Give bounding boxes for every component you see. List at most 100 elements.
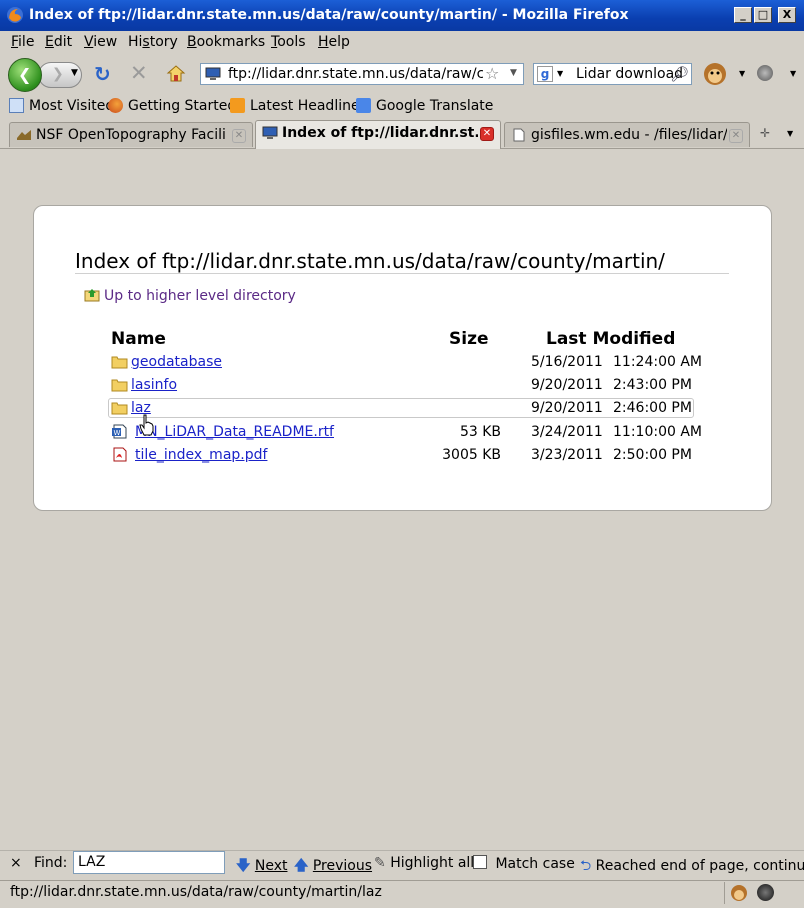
bookmark-star-icon[interactable]: ☆	[485, 64, 499, 83]
bookmark-getting-started[interactable]: Getting Started	[108, 98, 236, 114]
stop-icon[interactable]: ✕	[130, 61, 148, 85]
menu-file[interactable]: File	[11, 34, 34, 50]
search-magnifier-icon[interactable]: 🔎︎	[670, 65, 689, 83]
file-date: 9/20/2011	[531, 377, 603, 393]
address-bar[interactable]: ftp://lidar.dnr.state.mn.us/data/raw/cou…	[200, 63, 524, 85]
file-link[interactable]: MN_LiDAR_Data_README.rtf	[135, 424, 334, 440]
heading-divider	[75, 273, 729, 274]
minimize-button[interactable]: _	[734, 7, 752, 23]
status-circle-icon[interactable]	[757, 884, 774, 901]
new-tab-icon[interactable]: ✛	[760, 126, 770, 140]
opentopography-favicon	[17, 130, 31, 140]
menu-help[interactable]: Help	[318, 34, 350, 50]
google-translate-icon	[356, 98, 371, 113]
find-label: Find:	[34, 855, 68, 871]
table-row-hovered[interactable]: laz 9/20/2011 2:46:00 PM	[108, 398, 694, 418]
most-visited-icon	[9, 98, 24, 113]
find-status-message: ⮌ Reached end of page, continued	[580, 858, 804, 874]
status-text: ftp://lidar.dnr.state.mn.us/data/raw/cou…	[10, 884, 382, 900]
folder-icon	[111, 356, 128, 369]
tab-list-dropdown-icon[interactable]: ▼	[787, 129, 793, 138]
file-time: 11:10:00 AM	[613, 424, 702, 440]
file-time: 2:50:00 PM	[613, 447, 692, 463]
column-header-size[interactable]: Size	[449, 329, 489, 349]
find-previous-button[interactable]: 🡅︎ Previous	[294, 855, 372, 879]
reload-icon[interactable]: ↻	[94, 62, 111, 86]
firefox-icon	[7, 7, 23, 23]
tab-index-ftp[interactable]: Index of ftp://lidar.dnr.st... ✕	[255, 120, 501, 149]
engine-dropdown-icon[interactable]: ▼	[557, 69, 563, 78]
rss-feed-icon	[230, 98, 245, 113]
highlight-all-button[interactable]: ✎ Highlight all	[374, 855, 474, 871]
toolbar-more-dropdown-icon[interactable]: ▼	[790, 69, 796, 78]
table-row[interactable]: geodatabase 5/16/2011 11:24:00 AM	[111, 353, 702, 373]
up-folder-icon	[84, 289, 100, 302]
find-input[interactable]: LAZ	[73, 851, 225, 874]
file-date: 5/16/2011	[531, 354, 603, 370]
tab-close-icon[interactable]: ✕	[232, 129, 246, 143]
google-search-engine-icon[interactable]: g	[537, 66, 553, 82]
file-date: 3/24/2011	[531, 424, 603, 440]
page-title: Index of ftp://lidar.dnr.state.mn.us/dat…	[75, 249, 665, 273]
page-favicon	[513, 128, 525, 142]
tab-close-icon[interactable]: ✕	[480, 127, 494, 141]
home-icon[interactable]	[166, 64, 186, 82]
file-link[interactable]: tile_index_map.pdf	[135, 447, 267, 463]
file-link[interactable]: geodatabase	[131, 354, 222, 370]
file-date: 9/20/2011	[531, 400, 603, 416]
find-close-icon[interactable]: ×	[10, 855, 22, 871]
match-case-checkbox[interactable]: Match case	[473, 855, 575, 872]
hand-cursor-icon	[139, 414, 154, 436]
file-time: 2:43:00 PM	[613, 377, 692, 393]
wrap-around-icon: ⮌	[580, 858, 592, 874]
tab-close-icon[interactable]: ✕	[729, 129, 743, 143]
table-row[interactable]: W MN_LiDAR_Data_README.rtf 53 KB 3/24/20…	[111, 423, 702, 443]
back-button[interactable]: ❮	[8, 58, 42, 92]
table-row[interactable]: tile_index_map.pdf 3005 KB 3/23/2011 2:5…	[111, 446, 694, 466]
status-divider	[724, 882, 725, 904]
menu-edit[interactable]: Edit	[45, 34, 72, 50]
tab-gisfiles[interactable]: gisfiles.wm.edu - /files/lidar/ES... ✕	[504, 122, 750, 147]
highlighter-icon: ✎	[374, 855, 386, 871]
file-size: 53 KB	[459, 424, 501, 440]
close-window-button[interactable]: X	[778, 7, 796, 23]
search-input[interactable]: Lidar download	[576, 66, 683, 82]
firefox-bookmark-icon	[108, 98, 123, 113]
window-title-bar[interactable]: Index of ftp://lidar.dnr.state.mn.us/dat…	[0, 0, 804, 31]
bookmark-google-translate[interactable]: Google Translate	[356, 98, 493, 114]
menu-tools[interactable]: Tools	[271, 34, 306, 50]
up-directory-link[interactable]: Up to higher level directory	[84, 288, 296, 304]
file-time: 11:24:00 AM	[613, 354, 702, 370]
tab-opentopography[interactable]: NSF OpenTopography Facility ✕	[9, 122, 253, 147]
greasemonkey-status-icon[interactable]	[730, 884, 748, 902]
folder-icon	[111, 402, 128, 415]
history-dropdown-icon[interactable]: ▼	[71, 68, 78, 78]
arrow-down-icon: 🡇︎	[236, 858, 251, 874]
bookmark-latest-headlines[interactable]: Latest Headlines	[230, 98, 367, 114]
window-title: Index of ftp://lidar.dnr.state.mn.us/dat…	[29, 7, 629, 23]
column-header-name[interactable]: Name	[111, 329, 166, 349]
menu-history[interactable]: History	[128, 34, 178, 50]
ftp-favicon	[262, 126, 278, 139]
addon-dropdown-icon[interactable]: ▼	[739, 69, 745, 78]
greasemonkey-icon[interactable]	[702, 61, 728, 87]
word-document-icon: W	[112, 424, 127, 439]
back-arrow-icon: ❮	[18, 65, 32, 84]
forward-button[interactable]: ❯ ▼	[38, 62, 82, 88]
search-bar[interactable]: g ▼ Lidar download 🔎︎	[533, 63, 692, 85]
column-header-last-modified[interactable]: Last Modified	[546, 329, 675, 349]
menu-view[interactable]: View	[84, 34, 117, 50]
checkbox-icon	[473, 855, 487, 869]
table-row[interactable]: lasinfo 9/20/2011 2:43:00 PM	[111, 376, 694, 396]
site-identity-icon[interactable]	[205, 67, 221, 81]
toolbar-circle-icon[interactable]	[757, 65, 773, 81]
bookmarks-toolbar: Most Visited Getting Started Latest Head…	[0, 95, 804, 119]
maximize-button[interactable]: □	[754, 7, 772, 23]
forward-arrow-icon: ❯	[52, 66, 64, 82]
find-next-button[interactable]: 🡇︎ Next	[236, 855, 287, 879]
bookmark-most-visited[interactable]: Most Visited	[9, 98, 114, 114]
url-dropdown-icon[interactable]: ▼	[510, 68, 517, 78]
menu-bookmarks[interactable]: Bookmarks	[187, 34, 265, 50]
address-input[interactable]: ftp://lidar.dnr.state.mn.us/data/raw/cou…	[228, 66, 483, 82]
file-link[interactable]: lasinfo	[131, 377, 177, 393]
